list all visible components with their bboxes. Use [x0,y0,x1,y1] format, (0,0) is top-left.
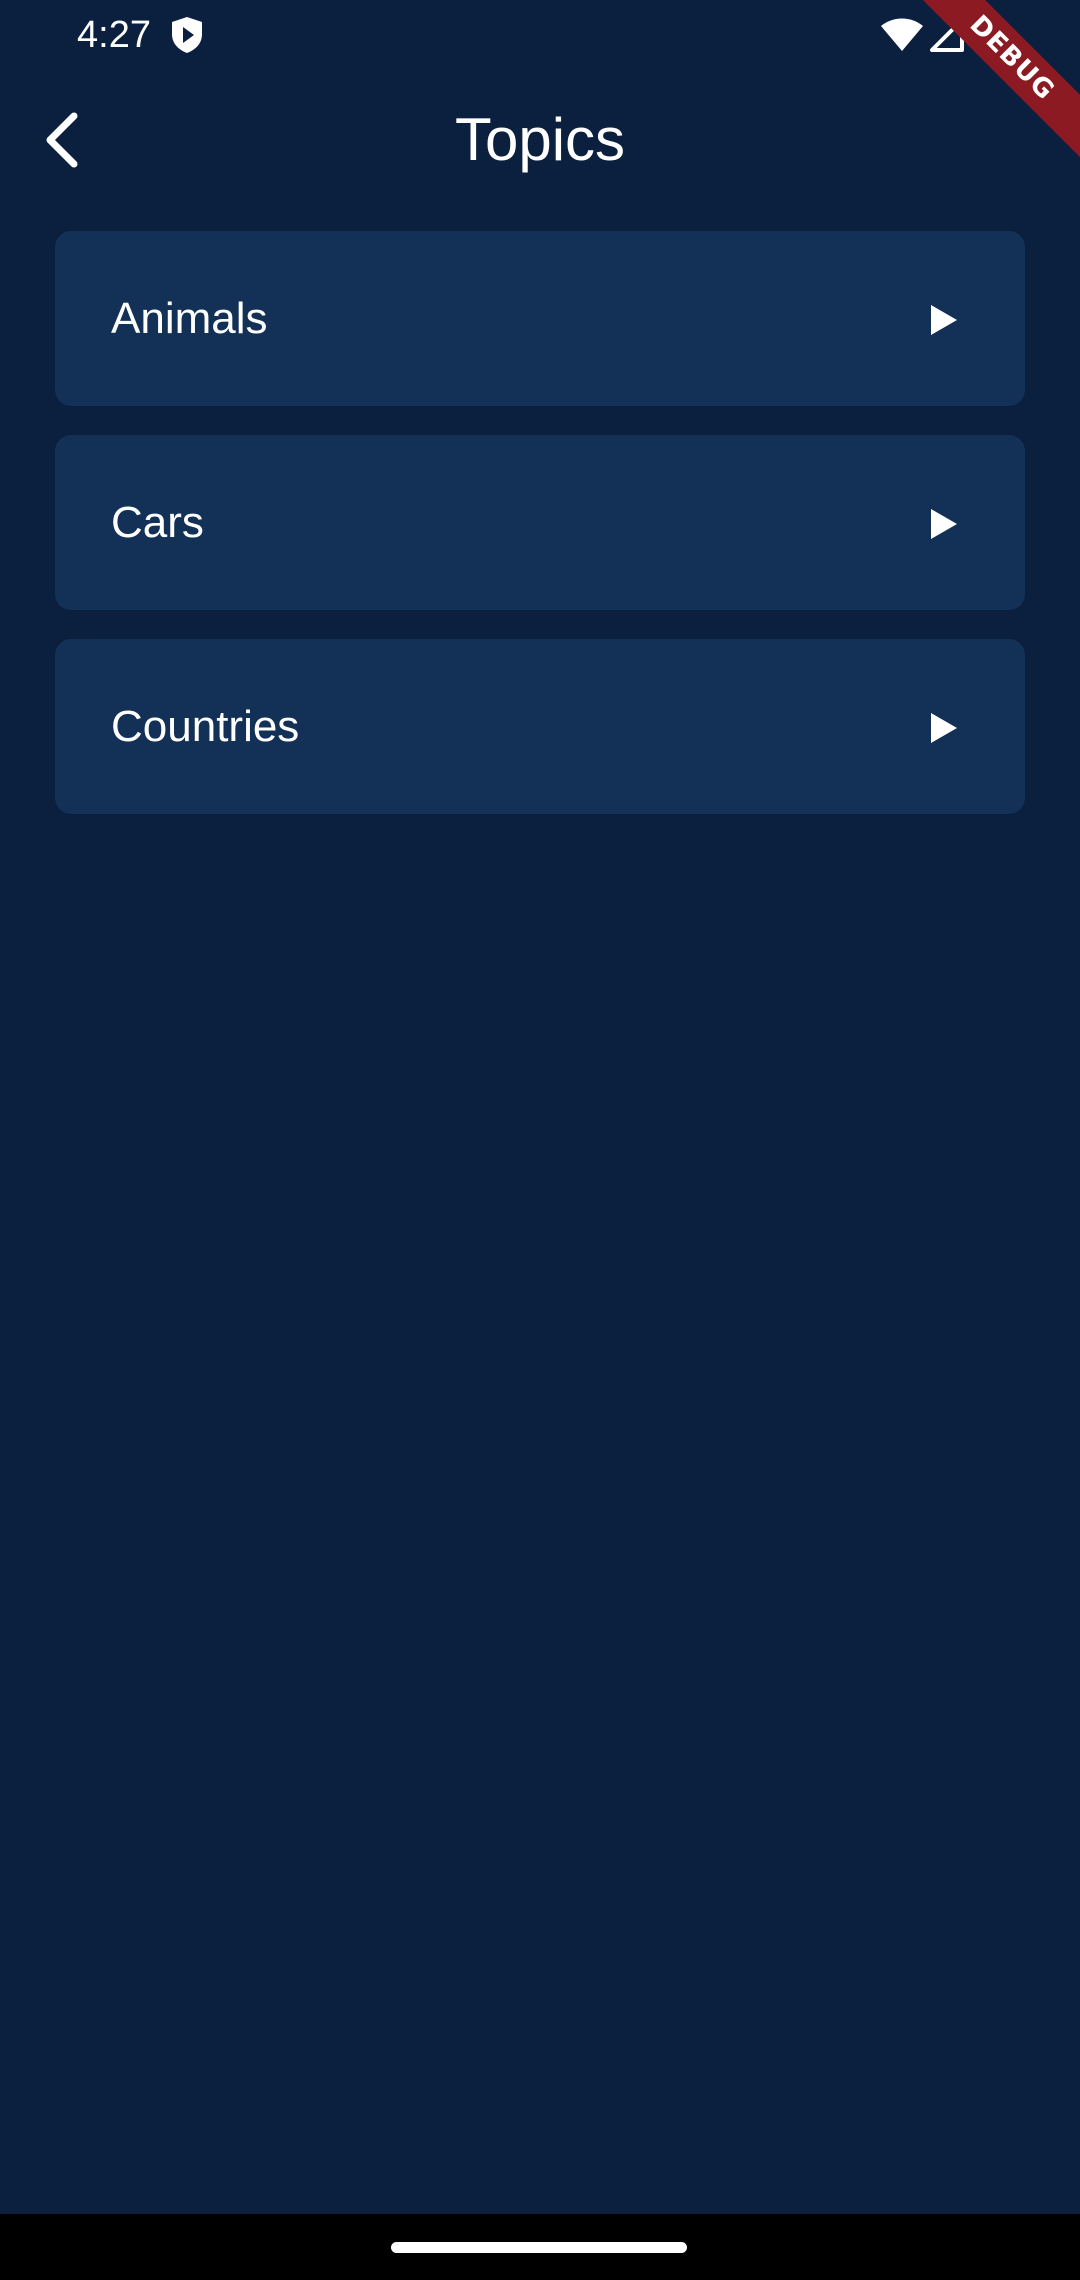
shield-play-icon [172,17,202,53]
wifi-icon [881,18,923,51]
topic-label: Animals [111,294,268,343]
play-icon [931,305,957,335]
play-icon [931,713,957,743]
topics-screen: 4:27 DEBUG Topics Animals Cars Countries [0,0,1080,2280]
topic-label: Cars [111,498,204,547]
topic-item-cars[interactable]: Cars [55,435,1025,610]
app-bar: Topics [0,70,1080,210]
topic-item-animals[interactable]: Animals [55,231,1025,406]
home-indicator[interactable] [391,2242,687,2253]
topic-label: Countries [111,702,300,751]
status-bar: 4:27 [0,0,1080,70]
navigation-bar [0,2214,1080,2280]
topic-item-countries[interactable]: Countries [55,639,1025,814]
topic-list: Animals Cars Countries [55,231,1025,843]
status-time: 4:27 [77,14,151,56]
page-title: Topics [454,106,626,173]
play-icon [931,509,957,539]
